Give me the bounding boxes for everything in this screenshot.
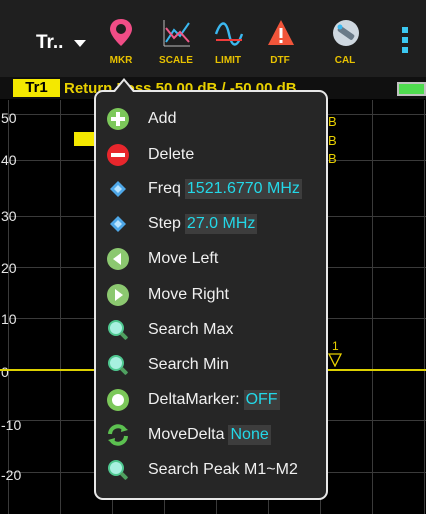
menu-item-label: Move Left [148, 250, 219, 267]
trace-selector[interactable]: Tr.. [36, 32, 63, 54]
menu-item-label: Move Right [148, 286, 229, 303]
delete-icon [106, 143, 130, 167]
marker-table-fragment: B [328, 133, 337, 148]
menu-item-label: DeltaMarker: [148, 391, 240, 408]
menu-item-label: MoveDelta [148, 426, 225, 443]
cal-label: CAL [334, 55, 356, 66]
diamond-icon [106, 177, 130, 201]
move-left-icon [106, 247, 130, 271]
y-tick-label: -20 [1, 467, 22, 483]
y-tick-label: 0 [1, 364, 9, 380]
menu-item-freq[interactable]: Freq 1521.6770 MHz [106, 172, 328, 206]
delta-toggle-icon [106, 388, 130, 412]
limit-icon [214, 22, 244, 46]
freq-value[interactable]: 1521.6770 MHz [184, 179, 302, 199]
menu-item-move-left[interactable]: Move Left [106, 242, 328, 276]
move-delta-icon [106, 423, 130, 447]
marker-pin-icon [110, 19, 132, 46]
marker-number: 1 [332, 339, 339, 353]
menu-item-label: Search Min [148, 356, 229, 373]
scale-icon [163, 20, 190, 47]
mkr-button[interactable]: MKR [101, 18, 141, 68]
step-value[interactable]: 27.0 MHz [184, 214, 258, 234]
menu-pointer-inner [115, 81, 133, 92]
dtf-warning-icon [268, 20, 294, 45]
menu-item-move-right[interactable]: Move Right [106, 278, 328, 312]
menu-item-label: Add [148, 110, 177, 127]
menu-item-search-peak[interactable]: Search Peak M1~M2 [106, 453, 328, 487]
add-icon [106, 107, 130, 131]
search-peak-icon [106, 458, 130, 482]
menu-item-search-max[interactable]: Search Max [106, 313, 328, 347]
scale-label: SCALE [159, 55, 193, 66]
menu-item-delete[interactable]: Delete [106, 138, 328, 172]
y-tick-label: 30 [1, 208, 17, 224]
move-delta-value[interactable]: None [228, 425, 271, 445]
y-tick-label: 40 [1, 152, 17, 168]
chevron-down-icon[interactable] [74, 40, 86, 47]
menu-item-add[interactable]: Add [106, 102, 328, 136]
grid-line [60, 100, 61, 514]
menu-item-label: Freq [148, 180, 181, 197]
search-max-icon [106, 318, 130, 342]
cal-icon [333, 20, 359, 46]
more-vertical-icon[interactable] [401, 27, 409, 55]
menu-item-label: Search Peak M1~M2 [148, 461, 298, 478]
top-toolbar: Tr.. MKR SCALE LIMIT DTF CAL [0, 0, 426, 77]
marker-table-highlight [74, 132, 96, 146]
search-min-icon [106, 353, 130, 377]
menu-item-label: Delete [148, 146, 195, 163]
scale-button[interactable]: SCALE [156, 18, 196, 68]
marker-triangle-icon[interactable] [328, 353, 342, 367]
limit-button[interactable]: LIMIT [208, 18, 248, 68]
marker-table-fragment: B [328, 114, 337, 129]
menu-item-search-min[interactable]: Search Min [106, 348, 328, 382]
y-tick-label: 10 [1, 311, 17, 327]
trace-badge[interactable]: Tr1 [13, 79, 60, 97]
grid-line [424, 100, 425, 514]
menu-item-delta-marker[interactable]: DeltaMarker: OFF [106, 383, 328, 417]
y-tick-label: -10 [1, 417, 22, 433]
dtf-label: DTF [270, 55, 290, 66]
diamond-icon [106, 212, 130, 236]
menu-item-label: Search Max [148, 321, 234, 338]
limit-label: LIMIT [214, 55, 242, 66]
cal-button[interactable]: CAL [325, 18, 365, 68]
battery-icon [397, 82, 426, 96]
menu-item-label: Step [148, 215, 181, 232]
mkr-label: MKR [109, 55, 133, 66]
menu-item-step[interactable]: Step 27.0 MHz [106, 207, 328, 241]
move-right-icon [106, 283, 130, 307]
y-tick-label: 20 [1, 260, 17, 276]
delta-marker-value[interactable]: OFF [243, 390, 280, 410]
menu-item-move-delta[interactable]: MoveDelta None [106, 418, 328, 452]
grid-line [372, 100, 373, 514]
marker-menu: Add Delete Freq 1521.6770 MHz Step 27.0 … [94, 90, 328, 500]
dtf-button[interactable]: DTF [260, 18, 300, 68]
y-tick-label: 50 [1, 110, 17, 126]
marker-table-fragment: B [328, 151, 337, 166]
